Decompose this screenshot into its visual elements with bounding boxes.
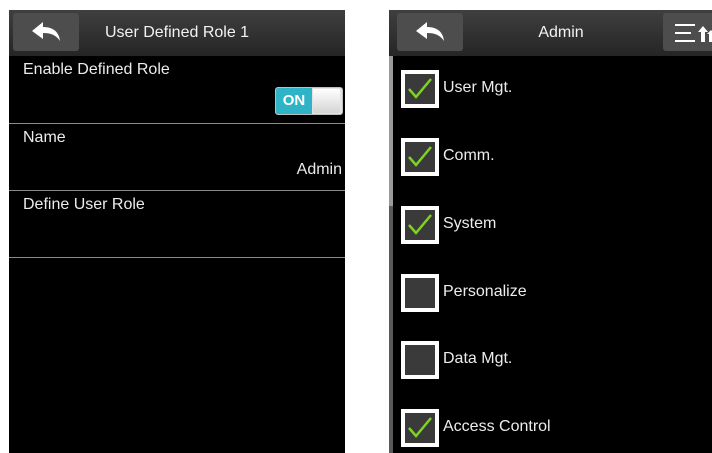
name-value: Admin: [296, 161, 342, 178]
scrollbar[interactable]: [389, 56, 393, 453]
menu-button[interactable]: [663, 13, 712, 51]
define-user-role-row[interactable]: Define User Role: [9, 191, 345, 258]
checkbox[interactable]: [401, 274, 439, 312]
title-bar: Admin: [389, 10, 712, 56]
back-arrow-icon: [32, 22, 60, 41]
user-defined-role-screen: User Defined Role 1 Enable Defined Role …: [9, 10, 345, 453]
checkbox[interactable]: [401, 409, 439, 447]
toggle-on-label: ON: [276, 88, 312, 114]
checkbox-label: Personalize: [443, 283, 527, 300]
checkbox-label: System: [443, 215, 497, 232]
checkmark-icon: [408, 214, 432, 235]
checkmark-icon: [408, 78, 432, 99]
checkbox[interactable]: [401, 341, 439, 379]
name-row[interactable]: Name Admin: [9, 124, 345, 191]
checkbox-label: User Mgt.: [443, 79, 513, 96]
back-button[interactable]: [13, 13, 79, 51]
checkbox[interactable]: [401, 206, 439, 244]
define-user-role-label: Define User Role: [23, 196, 145, 213]
checkmark-icon: [408, 417, 432, 438]
title-bar: User Defined Role 1: [9, 10, 345, 56]
checkmark-icon: [408, 146, 432, 167]
checkbox[interactable]: [401, 70, 439, 108]
name-label: Name: [23, 129, 66, 146]
enable-defined-role-label: Enable Defined Role: [23, 61, 170, 78]
page-title: Admin: [538, 24, 584, 41]
checkbox[interactable]: [401, 138, 439, 176]
admin-role-screen: Admin User Mgt. Comm. System Personalize…: [389, 10, 712, 453]
back-button[interactable]: [397, 13, 463, 51]
scrollbar-thumb[interactable]: [389, 56, 393, 206]
checkbox-label: Comm.: [443, 147, 495, 164]
page-title: User Defined Role 1: [105, 24, 250, 41]
enable-role-toggle[interactable]: ON: [275, 87, 343, 115]
checkbox-label: Access Control: [443, 418, 551, 435]
back-arrow-icon: [416, 22, 444, 41]
toggle-knob: [313, 89, 340, 113]
sort-menu-icon: [675, 24, 712, 42]
checkbox-label: Data Mgt.: [443, 350, 513, 367]
enable-defined-role-row[interactable]: Enable Defined Role ON: [9, 56, 345, 124]
